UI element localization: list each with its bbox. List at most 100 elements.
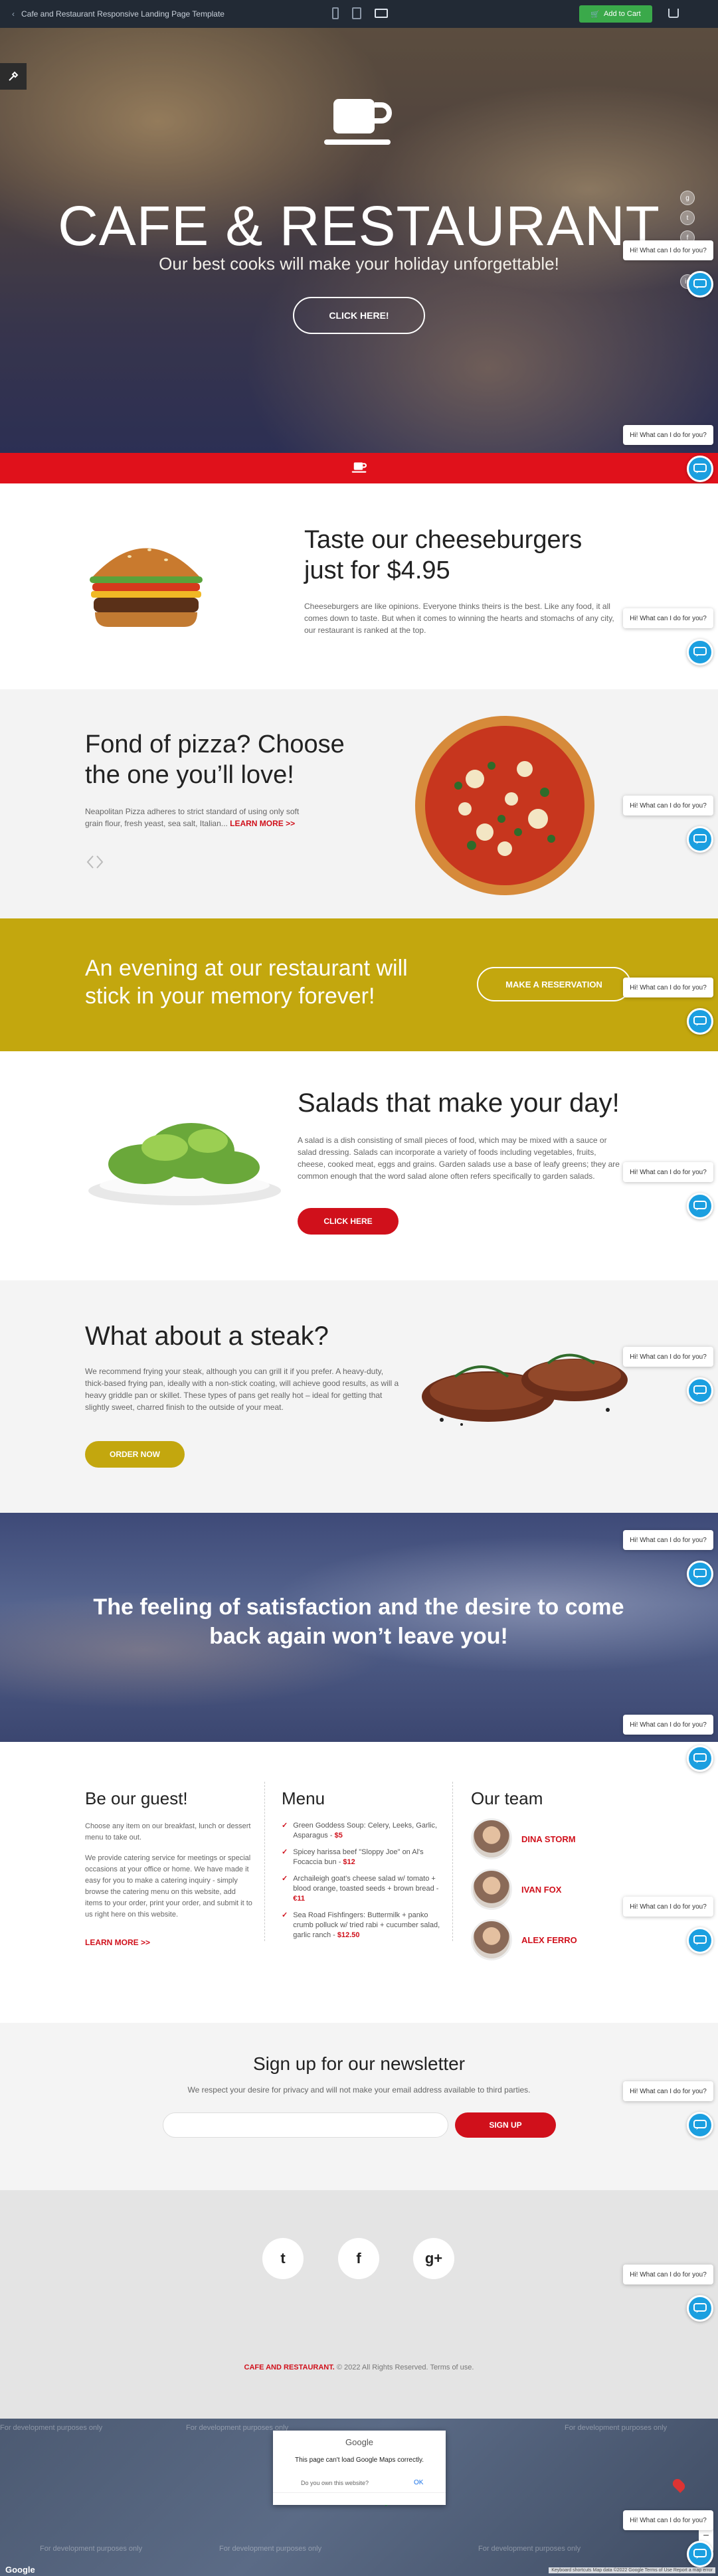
chat-open-button[interactable] — [687, 1927, 713, 1954]
evening-title: An evening at our restaurant will stick … — [85, 956, 408, 1009]
footer-copyright: CAFE AND RESTAURANT. © 2022 All Rights R… — [0, 2363, 718, 2371]
menu-list-item: ✓ Green Goddess Soup: Celery, Leeks, Garl… — [282, 1821, 445, 1841]
chat-icon — [693, 834, 707, 844]
google-logo: Google — [5, 2565, 35, 2575]
satisfaction-title: The feeling of satisfaction and the desi… — [93, 1594, 624, 1649]
chat-greeting-bubble[interactable]: Hi! What can I do for you? — [623, 1715, 713, 1735]
chat-open-button[interactable] — [687, 2112, 713, 2138]
chat-greeting-bubble[interactable]: Hi! What can I do for you? — [623, 1530, 713, 1550]
chat-open-button[interactable] — [687, 1745, 713, 1772]
chat-open-button[interactable] — [687, 1561, 713, 1587]
google-maps-error-dialog: Google This page can't load Google Maps … — [273, 2431, 446, 2505]
dialog-title: Google — [345, 2437, 373, 2447]
cart-icon[interactable] — [668, 9, 679, 18]
chat-open-button[interactable] — [687, 826, 713, 853]
chat-greeting-bubble[interactable]: Hi! What can I do for you? — [623, 1162, 713, 1182]
team-member[interactable]: ALEX FERRO — [471, 1919, 630, 1960]
pizza-learn-more-link[interactable]: LEARN MORE >> — [230, 819, 295, 828]
add-to-cart-button[interactable]: 🛒 Add to Cart — [579, 5, 652, 23]
twitter-icon[interactable]: t — [262, 2238, 304, 2279]
chat-icon — [693, 1385, 707, 1395]
chat-greeting-bubble[interactable]: Hi! What can I do for you? — [623, 608, 713, 628]
chat-greeting-bubble[interactable]: Hi! What can I do for you? — [623, 978, 713, 997]
map-section[interactable]: For development purposes only For develo… — [0, 2419, 718, 2576]
map-watermark: For development purposes only — [40, 2545, 143, 2553]
guest-learn-more-link[interactable]: LEARN MORE >> — [85, 1938, 150, 1947]
newsletter-subtitle: We respect your desire for privacy and w… — [187, 2085, 531, 2095]
eyedropper-icon[interactable] — [0, 63, 27, 90]
menu-item-text: Green Goddess Soup: Celery, Leeks, Garli… — [293, 1821, 445, 1841]
dialog-ok-button[interactable]: OK — [414, 2479, 423, 2486]
burger-text: Cheeseburgers are like opinions. Everyon… — [304, 602, 614, 635]
chat-open-button[interactable] — [687, 1193, 713, 1219]
info-columns-section: Be our guest! Choose any item on our bre… — [0, 1742, 718, 2023]
menu-item-price: $12.50 — [337, 1931, 360, 1939]
chat-open-button[interactable] — [687, 2541, 713, 2567]
team-member[interactable]: IVAN FOX — [471, 1869, 630, 1910]
chat-greeting-bubble[interactable]: Hi! What can I do for you? — [623, 1897, 713, 1917]
order-now-button[interactable]: ORDER NOW — [85, 1441, 185, 1468]
chat-greeting-bubble[interactable]: Hi! What can I do for you? — [623, 1347, 713, 1367]
newsletter-email-input[interactable] — [163, 2112, 448, 2138]
hero-section: CAFE & RESTAURANT Our best cooks will ma… — [0, 28, 718, 453]
chat-greeting-bubble[interactable]: Hi! What can I do for you? — [623, 425, 713, 445]
reservation-section: An evening at our restaurant will stick … — [0, 918, 718, 1051]
chat-open-button[interactable] — [687, 2295, 713, 2322]
social-footer-section: t f g+ CAFE AND RESTAURANT. © 2022 All R… — [0, 2190, 718, 2419]
chat-greeting-bubble[interactable]: Hi! What can I do for you? — [623, 796, 713, 816]
sign-up-button[interactable]: SIGN UP — [455, 2112, 556, 2138]
salad-click-here-button[interactable]: CLICK HERE — [298, 1208, 399, 1235]
chat-icon — [693, 1935, 707, 1945]
float-twitter-icon[interactable]: t — [680, 211, 695, 225]
google-plus-icon[interactable]: g+ — [413, 2238, 454, 2279]
facebook-icon[interactable]: f — [338, 2238, 379, 2279]
avatar — [471, 1919, 512, 1960]
menu-item-description: Spicey harissa beef "Sloppy Joe" on Al's… — [293, 1848, 424, 1866]
menu-title: Menu — [282, 1788, 325, 1808]
map-attribution[interactable]: Keyboard shortcuts Map data ©2022 Google… — [549, 2567, 715, 2573]
salad-text: A salad is a dish consisting of small pi… — [298, 1136, 620, 1181]
cart-small-icon: 🛒 — [590, 10, 600, 19]
chat-open-button[interactable] — [687, 1008, 713, 1035]
small-cup-icon — [351, 462, 367, 473]
chat-greeting-bubble[interactable]: Hi! What can I do for you? — [623, 2265, 713, 2284]
footer-copy-text: © 2022 All Rights Reserved. Terms of use… — [334, 2363, 474, 2371]
pizza-section: Fond of pizza? Choose the one you’ll lov… — [0, 689, 718, 918]
steak-text: We recommend frying your steak, although… — [85, 1367, 399, 1412]
chat-greeting-bubble[interactable]: Hi! What can I do for you? — [623, 2081, 713, 2101]
menu-list-item: ✓ Spicey harissa beef "Sloppy Joe" on Al'… — [282, 1847, 445, 1867]
column-divider-2 — [452, 1782, 453, 1941]
menu-list-item: ✓ Archaileigh goat's cheese salad w/ toma… — [282, 1874, 445, 1904]
team-member-name: ALEX FERRO — [521, 1934, 577, 1945]
template-title[interactable]: Cafe and Restaurant Responsive Landing P… — [21, 9, 224, 19]
chat-icon — [693, 464, 707, 473]
pizza-text-block: Neapolitan Pizza adheres to strict stand… — [85, 806, 317, 829]
team-member[interactable]: DINA STORM — [471, 1818, 630, 1859]
satisfaction-section: The feeling of satisfaction and the desi… — [0, 1513, 718, 1742]
burger-title: Taste our cheeseburgers just for $4.95 — [304, 526, 583, 584]
make-reservation-button[interactable]: MAKE A RESERVATION — [477, 967, 631, 1001]
chat-icon — [693, 1201, 707, 1211]
back-arrow-icon[interactable]: ‹ — [12, 9, 15, 19]
guest-column: Be our guest! Choose any item on our bre… — [85, 1788, 254, 1948]
footer-brand-link[interactable]: CAFE AND RESTAURANT. — [244, 2363, 335, 2371]
float-gplus-icon[interactable]: g — [680, 191, 695, 205]
newsletter-title: Sign up for our newsletter — [252, 2053, 466, 2074]
hero-click-here-button[interactable]: CLICK HERE! — [293, 297, 425, 334]
dialog-message: This page can't load Google Maps correct… — [294, 2456, 424, 2464]
chat-open-button[interactable] — [687, 639, 713, 665]
steak-title: What about a steak? — [85, 1322, 329, 1351]
chat-greeting-bubble[interactable]: Hi! What can I do for you? — [623, 2510, 713, 2530]
salad-image — [88, 1123, 281, 1205]
mobile-view-icon[interactable] — [332, 7, 339, 19]
guest-title: Be our guest! — [85, 1788, 188, 1808]
chat-open-button[interactable] — [687, 271, 713, 298]
chat-greeting-bubble[interactable]: Hi! What can I do for you? — [623, 240, 713, 260]
chat-open-button[interactable] — [687, 1377, 713, 1404]
chat-icon — [693, 2549, 707, 2559]
desktop-view-icon[interactable] — [375, 9, 388, 18]
chat-open-button[interactable] — [687, 456, 713, 482]
map-watermark: For development purposes only — [219, 2545, 322, 2553]
slider-arrows-icon[interactable] — [85, 852, 105, 872]
tablet-view-icon[interactable] — [352, 7, 361, 19]
